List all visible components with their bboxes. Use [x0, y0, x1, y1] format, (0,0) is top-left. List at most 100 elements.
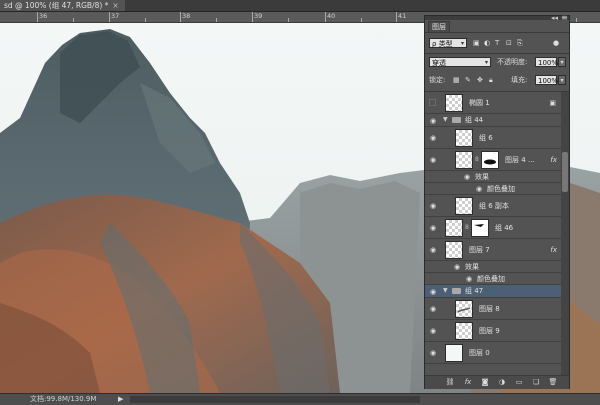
link-chain-icon[interactable]: 8	[465, 223, 469, 233]
layer-name[interactable]: 图层 9	[479, 326, 500, 336]
opacity-input[interactable]: 100%	[535, 57, 558, 67]
layer-name[interactable]: 椭圆 1	[469, 98, 490, 108]
eye-icon[interactable]: ◉	[429, 349, 437, 357]
ruler-label: 40	[327, 12, 336, 20]
adjustment-icon[interactable]: ◑	[497, 377, 507, 387]
layer-name[interactable]: 组 6	[479, 133, 493, 143]
group-name[interactable]: 组 44	[465, 115, 483, 125]
fx-icon[interactable]: fx	[550, 245, 557, 255]
folder-icon[interactable]: ▭	[514, 377, 524, 387]
new-layer-icon[interactable]: ❏	[531, 377, 541, 387]
layer-mask-thumbnail[interactable]	[481, 151, 499, 169]
eye-icon[interactable]: ◉	[453, 263, 461, 271]
blend-row: 穿透 ▾ 不透明度: 100% ▾	[425, 54, 569, 71]
status-menu-arrow-icon[interactable]: ▶	[118, 395, 123, 404]
layer-name[interactable]: 组 46	[495, 223, 513, 233]
shape-filter-icon[interactable]: ⊡	[506, 38, 512, 48]
chevron-down-icon: ▾	[460, 40, 464, 47]
layer-row[interactable]: ◉ 组 6	[425, 127, 561, 149]
layer-thumbnail	[445, 94, 463, 112]
layer-thumbnail	[455, 129, 473, 147]
fx-icon[interactable]: fx	[463, 377, 473, 387]
filter-kind-dropdown[interactable]: ρ 类型 ▾	[429, 38, 467, 48]
link-icon[interactable]: ⛓︎	[445, 377, 455, 387]
mask-shape	[484, 159, 496, 165]
horizontal-scrollbar[interactable]	[130, 396, 420, 403]
fx-icon[interactable]: fx	[550, 155, 557, 165]
adjustment-filter-icon[interactable]: ◐	[484, 38, 490, 48]
document-tab[interactable]: sd @ 100% (组 47, RGB/8) * ×	[0, 0, 125, 11]
eye-icon[interactable]: ◉	[429, 224, 437, 232]
filter-kind-prefix: ρ	[432, 40, 437, 48]
blend-mode-dropdown[interactable]: 穿透 ▾	[429, 57, 491, 67]
layer-row[interactable]: ◉ 图层 9	[425, 320, 561, 342]
layer-thumbnail	[455, 197, 473, 215]
eye-icon[interactable]: ◉	[465, 275, 473, 283]
layer-name[interactable]: 图层 0	[469, 348, 490, 358]
eye-icon[interactable]: ◉	[429, 288, 437, 296]
smart-object-filter-icon[interactable]: ⎘	[517, 38, 523, 48]
type-filter-icon[interactable]: T	[495, 38, 499, 48]
layer-mask-thumbnail[interactable]	[471, 219, 489, 237]
effect-row[interactable]: ◉ 颜色叠加	[425, 183, 561, 195]
eye-icon[interactable]: ◉	[429, 305, 437, 313]
layer-row[interactable]: ◉ 8 图层 4 ... fx	[425, 149, 561, 171]
lock-position-icon[interactable]: ✥	[477, 75, 483, 85]
layers-list[interactable]: 椭圆 1 ▣ ◉ ▼ 组 44 ◉ 组 6 ◉ 8 图层 4 ... fx ◉ …	[425, 92, 561, 375]
opacity-slider-arrow-icon[interactable]: ▾	[558, 57, 566, 67]
document-info[interactable]: 文档:99.8M/130.9M	[30, 395, 96, 404]
lock-transparent-icon[interactable]: ▦	[453, 75, 460, 85]
layer-row[interactable]: ◉ 图层 0	[425, 342, 561, 364]
visibility-toggle[interactable]	[429, 99, 436, 106]
filter-toggle-icon[interactable]: ●	[553, 38, 559, 48]
eye-icon[interactable]: ◉	[429, 117, 437, 125]
eye-icon[interactable]: ◉	[429, 134, 437, 142]
filter-row: ρ 类型 ▾ ▣ ◐ T ⊡ ⎘ ●	[425, 35, 569, 52]
layer-row[interactable]: ◉ 图层 8	[425, 298, 561, 320]
eye-icon[interactable]: ◉	[429, 246, 437, 254]
scrollbar-thumb[interactable]	[562, 152, 568, 192]
status-bar: 文档:99.8M/130.9M ▶	[0, 393, 600, 405]
expand-triangle-icon[interactable]: ▼	[443, 287, 448, 295]
layer-row[interactable]: ◉ 组 6 副本	[425, 195, 561, 217]
effects-row[interactable]: ◉ 效果	[425, 261, 561, 273]
layer-name[interactable]: 图层 7	[469, 245, 490, 255]
eye-icon[interactable]: ◉	[475, 185, 483, 193]
layers-panel: ◂◂ ≡ 图层 ρ 类型 ▾ ▣ ◐ T ⊡ ⎘ ● 穿透 ▾ 不透明度: 10…	[424, 13, 570, 389]
group-name[interactable]: 组 47	[465, 286, 483, 296]
layer-name[interactable]: 组 6 副本	[479, 201, 509, 211]
filter-kind-label: 类型	[438, 40, 453, 48]
fill-slider-arrow-icon[interactable]: ▾	[558, 75, 566, 85]
panel-header-strip	[425, 16, 569, 20]
close-icon[interactable]: ×	[112, 1, 118, 10]
fill-input[interactable]: 100%	[535, 75, 558, 85]
layer-thumbnail	[455, 322, 473, 340]
layer-row[interactable]: ◉ 8 组 46	[425, 217, 561, 239]
expand-triangle-icon[interactable]: ▼	[443, 116, 448, 124]
effect-name: 颜色叠加	[487, 185, 515, 193]
panel-tab-layers[interactable]: 图层	[428, 21, 450, 32]
eye-icon[interactable]: ◉	[463, 173, 471, 181]
eye-icon[interactable]: ◉	[429, 327, 437, 335]
effects-row[interactable]: ◉ 效果	[425, 171, 561, 183]
mask-icon[interactable]: ◙	[480, 377, 490, 387]
group-row[interactable]: ◉ ▼ 组 44	[425, 114, 561, 127]
collapse-double-arrow-icon[interactable]: ◂◂	[551, 14, 558, 22]
link-chain-icon[interactable]: 8	[475, 155, 479, 165]
panel-menu-icon[interactable]: ≡	[561, 13, 568, 22]
lock-image-icon[interactable]: ✎	[465, 75, 471, 85]
eye-icon[interactable]: ◉	[429, 202, 437, 210]
chevron-down-icon: ▾	[484, 59, 488, 66]
layers-scrollbar[interactable]	[561, 92, 569, 375]
layer-row[interactable]: ◉ 图层 7 fx	[425, 239, 561, 261]
layer-row[interactable]: 椭圆 1 ▣	[425, 92, 561, 114]
trash-icon[interactable]: 🗑︎	[548, 377, 558, 387]
opacity-label: 不透明度:	[497, 58, 528, 66]
group-row-selected[interactable]: ◉ ▼ 组 47	[425, 285, 561, 298]
layer-name[interactable]: 图层 8	[479, 304, 500, 314]
pixel-filter-icon[interactable]: ▣	[473, 38, 480, 48]
layer-name[interactable]: 图层 4 ...	[505, 155, 535, 165]
eye-icon[interactable]: ◉	[429, 156, 437, 164]
effect-row[interactable]: ◉ 颜色叠加	[425, 273, 561, 285]
lock-all-icon[interactable]: 🔒︎	[489, 75, 493, 85]
